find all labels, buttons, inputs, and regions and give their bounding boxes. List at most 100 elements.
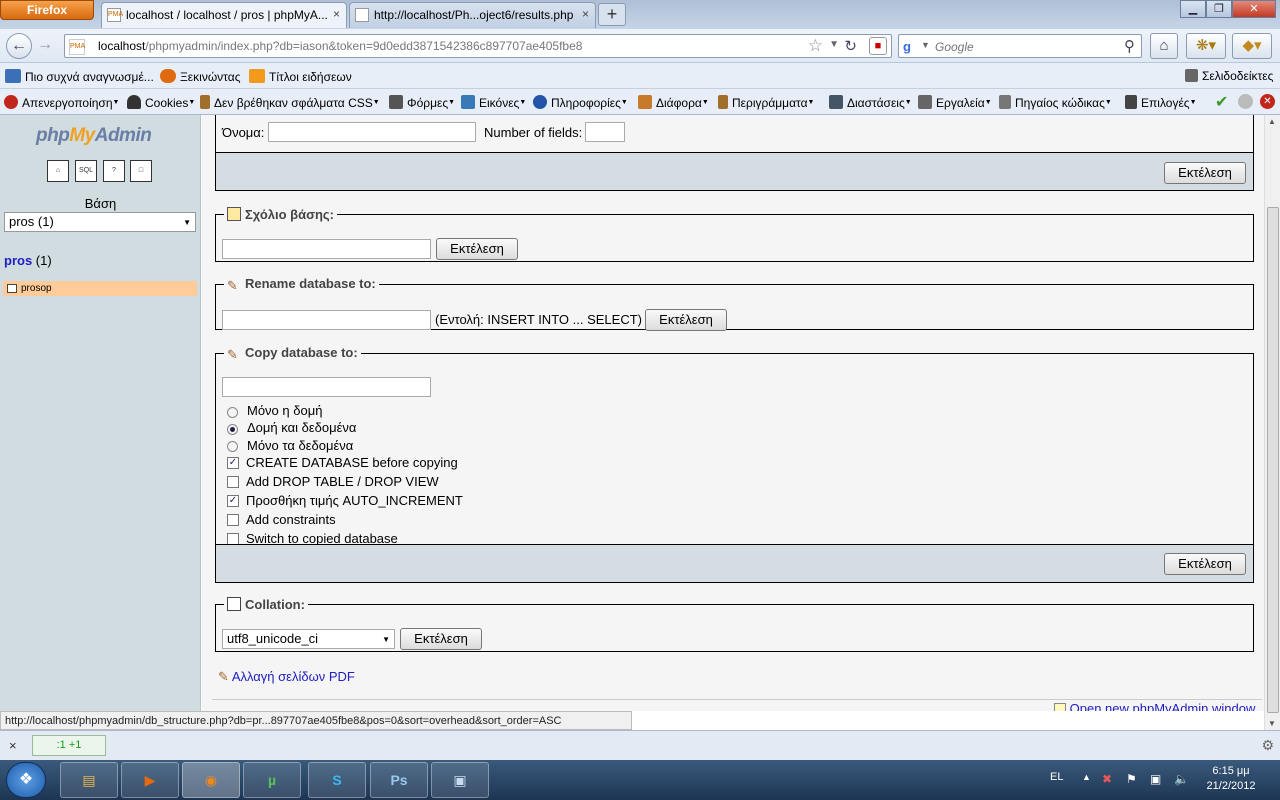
status-grey-icon[interactable]	[1238, 94, 1253, 109]
devbar-options[interactable]: Επιλογές▼	[1125, 95, 1197, 110]
start-button[interactable]: ❖	[6, 762, 46, 798]
search-bar[interactable]: g ▼ Google ⚲	[898, 34, 1142, 58]
copy-db-go-button[interactable]: Εκτέλεση	[1164, 553, 1246, 575]
stop-icon[interactable]: ■	[869, 37, 887, 55]
db-comment-go-button[interactable]: Εκτέλεση	[436, 238, 518, 260]
devbar-info[interactable]: Πληροφορίες▼	[533, 95, 628, 110]
rename-db-go-button[interactable]: Εκτέλεση	[645, 309, 727, 331]
close-window-button[interactable]: ✕	[1232, 0, 1276, 18]
volume-icon[interactable]: 🔈	[1174, 772, 1189, 786]
db-comment-input[interactable]	[222, 239, 431, 259]
network-icon[interactable]: ▣	[1150, 772, 1164, 786]
tab-phpmyadmin[interactable]: PMA localhost / localhost / pros | phpMy…	[101, 2, 347, 28]
url-dropdown-icon[interactable]: ▼	[829, 39, 839, 50]
devbar-css[interactable]: Δεν βρέθηκαν σφάλματα CSS▼	[200, 95, 380, 110]
tab-close-icon[interactable]: ×	[582, 7, 589, 21]
firefox-menu-button[interactable]: Firefox	[0, 0, 94, 20]
reload-icon[interactable]: ↻	[844, 37, 857, 55]
addon-menu-icon[interactable]: ◆▾	[1232, 33, 1272, 59]
devbar-source[interactable]: Πηγαίος κώδικας▼	[999, 95, 1112, 110]
bookmark-most-visited[interactable]: Πιο συχνά αναγνωσμέ...	[5, 69, 154, 84]
vertical-scrollbar[interactable]: ▲ ▼	[1264, 115, 1280, 730]
devbar-disable[interactable]: Απενεργοποίηση▼	[4, 95, 119, 110]
radio-structure-only-label: Μόνο η δομή	[247, 403, 323, 418]
scroll-up-icon[interactable]: ▲	[1268, 117, 1276, 126]
devbar-cookies[interactable]: Cookies▼	[127, 95, 195, 110]
back-button[interactable]: ←	[6, 33, 32, 59]
addon-counter[interactable]: :1 +1	[32, 735, 106, 756]
utorrent-icon[interactable]: µ	[243, 762, 301, 798]
docs-icon[interactable]: ?	[103, 160, 125, 182]
maximize-button[interactable]: ❐	[1206, 0, 1232, 18]
minimize-button[interactable]: ▁	[1180, 0, 1206, 18]
radio-structure-only[interactable]	[227, 407, 238, 418]
sql-icon[interactable]: SQL	[75, 160, 97, 182]
database-select[interactable]: pros (1) ▼	[4, 212, 196, 232]
fields-count-input[interactable]	[585, 122, 625, 142]
collation-go-button[interactable]: Εκτέλεση	[400, 628, 482, 650]
addon-gear-icon[interactable]: ❋▾	[1186, 33, 1226, 59]
virtualbox-icon[interactable]: ▣	[431, 762, 489, 798]
clock[interactable]: 6:15 μμ 21/2/2012	[1200, 764, 1262, 794]
collation-select[interactable]: utf8_unicode_ci ▼	[222, 629, 395, 649]
radio-data-only[interactable]	[227, 441, 238, 452]
checkbox-auto-increment[interactable]: ✓	[227, 495, 239, 507]
bookmark-getting-started[interactable]: Ξεκινώντας	[160, 69, 240, 84]
webdev-toolbar: Απενεργοποίηση▼ Cookies▼ Δεν βρέθηκαν σφ…	[0, 89, 1280, 115]
gear-icon[interactable]: ⚙	[1261, 737, 1274, 754]
table-name-input[interactable]	[268, 122, 476, 142]
devbar-images[interactable]: Εικόνες▼	[461, 95, 526, 110]
new-tab-button[interactable]: +	[598, 3, 626, 26]
copy-db-input[interactable]	[222, 377, 431, 397]
engine-dropdown-icon[interactable]: ▼	[921, 40, 930, 50]
flag-icon[interactable]: ⚑	[1126, 772, 1140, 786]
bookmark-news[interactable]: Τίτλοι ειδήσεων	[249, 69, 352, 84]
devbar-outline[interactable]: Περιγράμματα▼	[718, 95, 814, 110]
pdf-pages-link[interactable]: ✎ Αλλαγή σελίδων PDF	[218, 669, 355, 685]
devbar-tools[interactable]: Εργαλεία▼	[918, 95, 992, 110]
language-indicator[interactable]: EL	[1050, 771, 1063, 783]
chevron-down-icon: ▼	[183, 218, 191, 227]
network-warning-icon[interactable]: ✖	[1102, 772, 1116, 786]
close-devbar-icon[interactable]: ✕	[1260, 94, 1275, 109]
navigation-bar: ← → PMA localhost/phpmyadmin/index.php?d…	[0, 29, 1280, 63]
close-addon-bar-icon[interactable]: ×	[9, 738, 17, 753]
firefox-icon[interactable]: ◉	[182, 762, 240, 798]
checkbox-drop-table[interactable]	[227, 476, 239, 488]
skype-icon[interactable]: S	[308, 762, 366, 798]
table-icon	[7, 284, 17, 293]
validation-check-icon[interactable]: ✔	[1215, 92, 1228, 112]
scroll-thumb[interactable]	[1267, 207, 1279, 713]
site-identity-icon[interactable]: PMA	[69, 39, 85, 55]
tab-close-icon[interactable]: ×	[333, 7, 340, 21]
scroll-down-icon[interactable]: ▼	[1268, 719, 1276, 728]
tab-results[interactable]: http://localhost/Ph...oject6/results.php…	[349, 2, 596, 28]
search-icon[interactable]: ⚲	[1124, 37, 1135, 55]
bookmark-star-icon[interactable]: ☆	[808, 36, 823, 56]
explorer-icon[interactable]: ▤	[60, 762, 118, 798]
rename-db-input[interactable]	[222, 310, 431, 330]
photoshop-icon[interactable]: Ps	[370, 762, 428, 798]
show-hidden-icons[interactable]: ▲	[1082, 772, 1091, 782]
media-player-icon[interactable]: ▶	[121, 762, 179, 798]
home-icon[interactable]: ⌂	[47, 160, 69, 182]
radio-structure-and-data[interactable]	[227, 424, 238, 435]
checkbox-add-constraints[interactable]	[227, 514, 239, 526]
url-bar[interactable]: PMA localhost/phpmyadmin/index.php?db=ia…	[64, 34, 892, 58]
table-item-prosop[interactable]: prosop	[3, 281, 197, 296]
create-table-go-button[interactable]: Εκτέλεση	[1164, 162, 1246, 184]
forward-button[interactable]: →	[32, 33, 58, 59]
database-link[interactable]: pros (1)	[4, 253, 52, 268]
checkbox-create-database[interactable]: ✓	[227, 457, 239, 469]
devbar-resize[interactable]: Διαστάσεις▼	[829, 95, 912, 110]
new-window-link[interactable]: Open new phpMyAdmin window	[1054, 701, 1255, 711]
phpmyadmin-logo[interactable]: phpMyAdmin	[36, 125, 152, 147]
query-window-icon[interactable]: □	[130, 160, 152, 182]
google-icon[interactable]: g	[903, 39, 919, 55]
devbar-misc[interactable]: Διάφορα▼	[638, 95, 709, 110]
search-input[interactable]: Google	[935, 40, 974, 54]
tab-label: http://localhost/Ph...oject6/results.php	[374, 8, 574, 22]
bookmarks-menu[interactable]: Σελιδοδείκτες	[1185, 69, 1273, 83]
home-icon[interactable]: ⌂	[1150, 33, 1178, 59]
devbar-forms[interactable]: Φόρμες▼	[389, 95, 455, 110]
